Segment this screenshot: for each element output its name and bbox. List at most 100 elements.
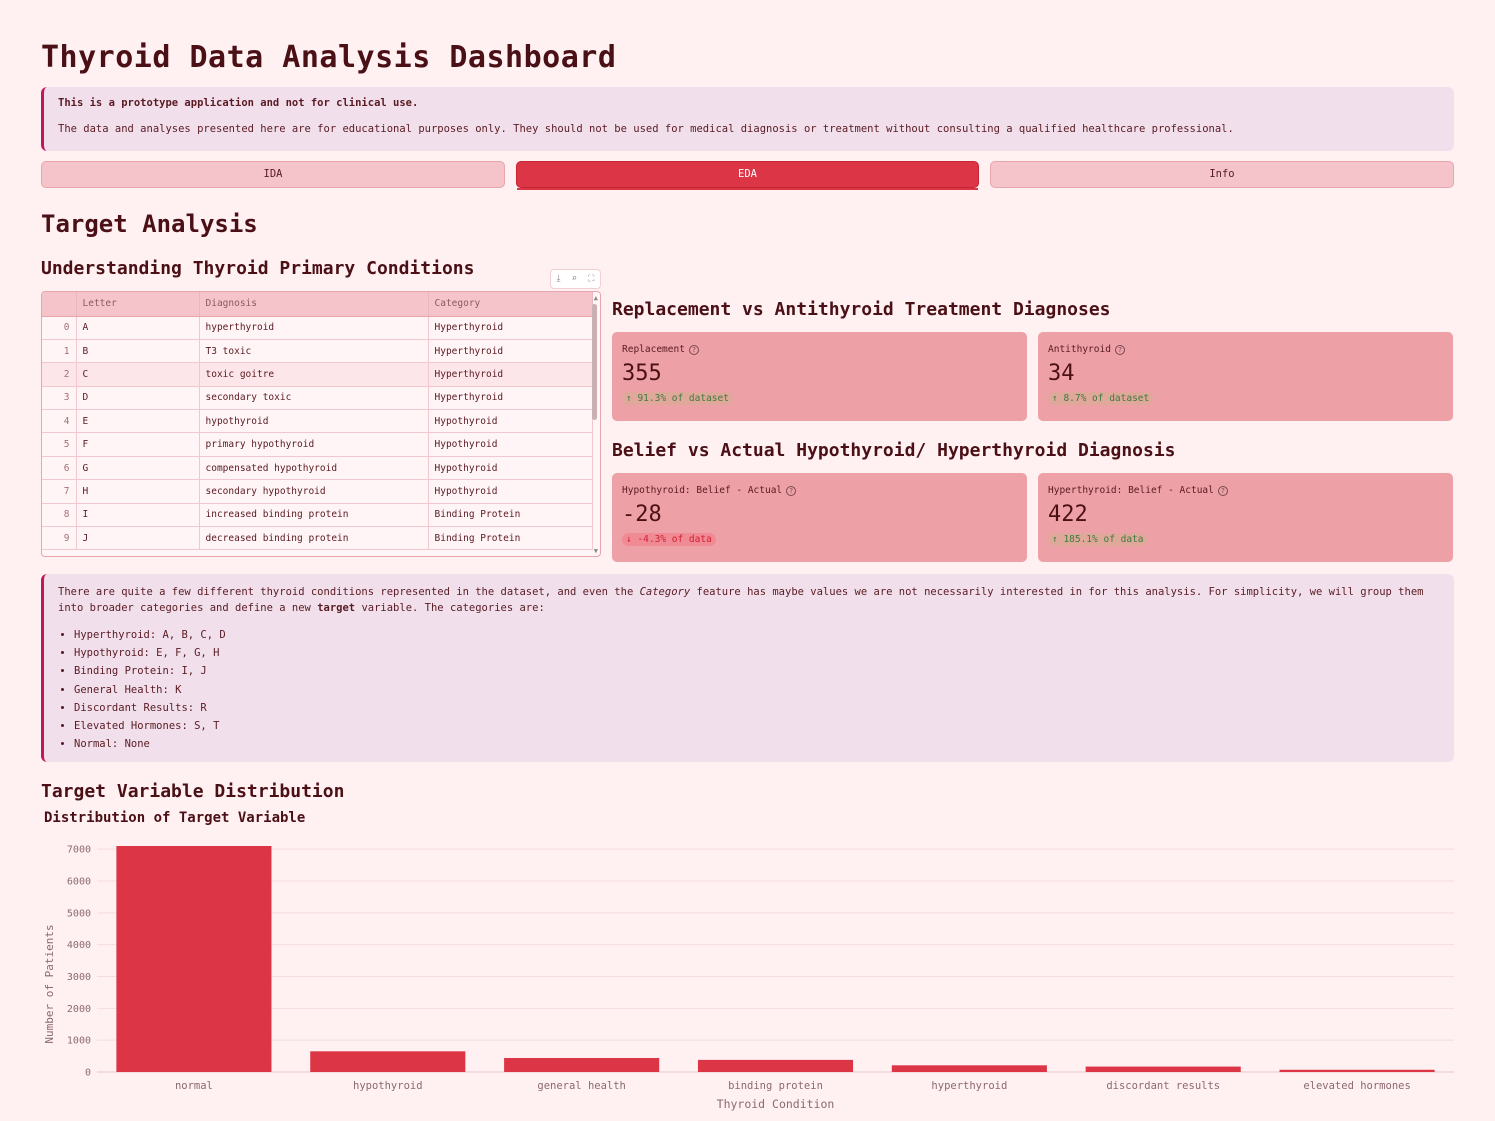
letter-cell: I bbox=[76, 503, 200, 528]
row-index: 4 bbox=[42, 409, 77, 434]
x-tick-label: hyperthyroid bbox=[931, 1080, 1007, 1092]
bar bbox=[116, 846, 272, 1072]
page-title: Thyroid Data Analysis Dashboard bbox=[41, 40, 617, 75]
metric-label: Hyperthyroid: Belief - Actual bbox=[1048, 485, 1214, 496]
y-tick-label: 1000 bbox=[67, 1036, 91, 1047]
metric-delta: ↑ 8.7% of dataset bbox=[1048, 392, 1154, 405]
category-cell: Hypothyroid bbox=[428, 456, 593, 481]
letter-header[interactable]: Letter bbox=[76, 292, 200, 317]
bar bbox=[1279, 1069, 1435, 1072]
scroll-up-icon[interactable]: ▲ bbox=[594, 294, 598, 302]
x-tick-label: discordant results bbox=[1106, 1080, 1220, 1092]
list-item: Binding Protein: I, J bbox=[74, 662, 1440, 680]
treatment-title: Replacement vs Antithyroid Treatment Dia… bbox=[612, 299, 1111, 320]
category-cell: Hypothyroid bbox=[428, 479, 593, 504]
metric-value: 355 bbox=[622, 361, 662, 386]
category-cell: Binding Protein bbox=[428, 526, 593, 551]
y-tick-label: 7000 bbox=[67, 845, 91, 856]
x-tick-label: hypothyroid bbox=[353, 1080, 423, 1092]
table-row[interactable]: 4 Ehypothyroid Hypothyroid bbox=[42, 409, 593, 434]
category-list: Hyperthyroid: A, B, C, D Hypothyroid: E,… bbox=[74, 626, 1440, 753]
y-tick-label: 2000 bbox=[67, 1004, 91, 1015]
search-icon[interactable]: ⌕ bbox=[572, 274, 577, 284]
row-index: 0 bbox=[42, 316, 77, 340]
diagnosis-cell: secondary hypothyroid bbox=[199, 479, 429, 504]
help-icon[interactable]: ? bbox=[786, 485, 797, 496]
metric-value: -28 bbox=[622, 502, 662, 527]
letter-cell: H bbox=[76, 479, 200, 504]
row-index: 1 bbox=[42, 339, 77, 364]
bar bbox=[504, 1057, 660, 1072]
letter-cell: E bbox=[76, 409, 200, 434]
row-index: 7 bbox=[42, 479, 77, 504]
table-row[interactable]: 5 Fprimary hypothyroid Hypothyroid bbox=[42, 432, 593, 457]
category-cell: Binding Protein bbox=[428, 503, 593, 528]
row-index: 2 bbox=[42, 362, 77, 387]
fullscreen-icon[interactable]: ⛶ bbox=[588, 274, 594, 284]
table-row[interactable]: 8 Iincreased binding protein Binding Prote… bbox=[42, 503, 593, 528]
table-row[interactable]: 1 B T3 toxic Hyperthyroid bbox=[42, 339, 593, 364]
list-item: Hyperthyroid: A, B, C, D bbox=[74, 626, 1440, 644]
letter-cell: G bbox=[76, 456, 200, 481]
x-tick-label: normal bbox=[175, 1080, 213, 1092]
download-icon[interactable]: ⤓ bbox=[557, 274, 561, 284]
diagnosis-header[interactable]: Diagnosis bbox=[199, 292, 429, 317]
y-tick-label: 0 bbox=[85, 1068, 91, 1079]
list-item: Hypothyroid: E, F, G, H bbox=[74, 644, 1440, 662]
table-row[interactable]: 6 Gcompensated hypothyroid Hypothyroid bbox=[42, 456, 593, 481]
row-index: 8 bbox=[42, 503, 77, 528]
belief-title: Belief vs Actual Hypothyroid/ Hyperthyro… bbox=[612, 440, 1176, 461]
diagnosis-cell: increased binding protein bbox=[199, 503, 429, 528]
metric-value: 34 bbox=[1048, 361, 1075, 386]
list-item: Elevated Hormones: S, T bbox=[74, 717, 1440, 735]
table-row[interactable]: 7 Hsecondary hypothyroid Hypothyroid bbox=[42, 479, 593, 504]
row-index: 3 bbox=[42, 386, 77, 411]
category-cell: Hypothyroid bbox=[428, 409, 593, 434]
index-header[interactable] bbox=[42, 292, 77, 317]
letter-cell: F bbox=[76, 432, 200, 457]
tab-bar: IDA EDA Info bbox=[41, 161, 1454, 190]
tab-ida[interactable]: IDA bbox=[41, 161, 505, 188]
y-axis-label: Number of Patients bbox=[43, 924, 56, 1043]
metric-label: Antithyroid bbox=[1048, 344, 1111, 355]
table-row[interactable]: 0 Ahyperthyroid Hyperthyroid bbox=[42, 316, 593, 340]
help-icon[interactable]: ? bbox=[688, 344, 699, 355]
list-item: Discordant Results: R bbox=[74, 699, 1440, 717]
info-text: There are quite a few different thyroid … bbox=[58, 586, 1424, 614]
replacement-metric: Replacement? 355 ↑ 91.3% of dataset bbox=[612, 332, 1027, 421]
category-cell: Hypothyroid bbox=[428, 432, 593, 457]
x-tick-label: binding protein bbox=[728, 1080, 823, 1092]
metric-delta: ↑ 91.3% of dataset bbox=[622, 392, 733, 405]
row-index: 6 bbox=[42, 456, 77, 481]
letter-cell: B bbox=[76, 339, 200, 364]
info-box: There are quite a few different thyroid … bbox=[41, 574, 1454, 762]
category-header[interactable]: Category bbox=[428, 292, 593, 317]
letter-cell: D bbox=[76, 386, 200, 411]
conditions-table[interactable]: Letter Diagnosis Category 0 Ahyperthyroid… bbox=[41, 291, 601, 557]
y-tick-label: 6000 bbox=[67, 877, 91, 888]
diagnosis-cell: hyperthyroid bbox=[199, 316, 429, 340]
tab-info[interactable]: Info bbox=[990, 161, 1454, 188]
table-row[interactable]: 2 Ctoxic goitre Hyperthyroid bbox=[42, 362, 593, 387]
hyperthyroid-belief-metric: Hyperthyroid: Belief - Actual? 422 ↑ 185… bbox=[1038, 473, 1453, 562]
table-row[interactable]: 3 Dsecondary toxic Hyperthyroid bbox=[42, 386, 593, 411]
chart-title: Distribution of Target Variable bbox=[44, 810, 306, 826]
help-icon[interactable]: ? bbox=[1217, 485, 1228, 496]
metric-delta: ↓ -4.3% of data bbox=[622, 533, 716, 546]
table-toolbar: ⤓ ⌕ ⛶ bbox=[550, 269, 601, 289]
tab-eda[interactable]: EDA bbox=[516, 161, 979, 190]
metric-delta: ↑ 185.1% of data bbox=[1048, 533, 1148, 546]
table-scrollbar[interactable] bbox=[592, 304, 597, 420]
y-tick-label: 4000 bbox=[67, 940, 91, 951]
metric-label: Hypothyroid: Belief - Actual bbox=[622, 485, 783, 496]
scroll-down-icon[interactable]: ▼ bbox=[594, 547, 598, 555]
disclaimer-heading: This is a prototype application and not … bbox=[58, 97, 419, 109]
metric-value: 422 bbox=[1048, 502, 1088, 527]
help-icon[interactable]: ? bbox=[1114, 344, 1125, 355]
diagnosis-cell: secondary toxic bbox=[199, 386, 429, 411]
disclaimer-box: This is a prototype application and not … bbox=[41, 87, 1454, 151]
y-tick-label: 5000 bbox=[67, 908, 91, 919]
section-title: Target Analysis bbox=[41, 210, 258, 238]
letter-cell: A bbox=[76, 316, 200, 340]
table-row[interactable]: 9 Jdecreased binding protein Binding Prote… bbox=[42, 526, 593, 551]
